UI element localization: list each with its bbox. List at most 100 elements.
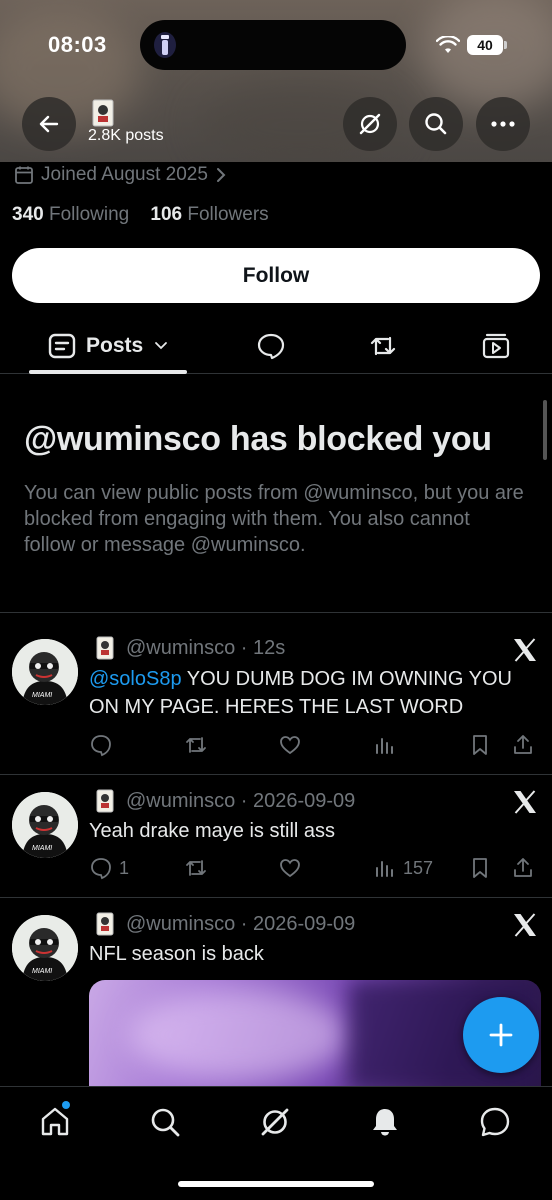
blocked-description: You can view public posts from @wuminsco… [24,482,524,556]
avatar-image: MIAMI [12,915,78,981]
like-button[interactable] [278,854,302,882]
flashlight-icon [154,32,176,58]
scrollbar[interactable] [543,400,547,460]
heart-icon [280,736,300,755]
svg-text:MIAMI: MIAMI [32,692,52,699]
status-time: 08:03 [48,32,107,57]
follow-button[interactable]: Follow [12,248,540,303]
blocked-title: @wuminsco has blocked you [24,420,492,458]
back-button[interactable] [22,97,76,151]
reply-button[interactable] [89,731,113,759]
tweet-actions: 1 157 [89,854,541,882]
x-logo-icon [514,638,536,662]
like-button[interactable] [278,731,302,759]
reply-icon [91,735,111,757]
tweet-text: @soloS8p YOU DUMB DOG IM OWNING YOU ON M… [89,665,541,721]
mini-avatar-icon [96,912,114,936]
following-link[interactable]: 340 Following [12,204,129,225]
grok-icon [359,113,381,135]
views-icon [376,861,393,877]
repost-icon [186,860,206,876]
tweet-author[interactable]: @wuminsco · 12s [126,637,285,660]
tweet-author[interactable]: @wuminsco · 2026-09-09 [126,790,355,813]
bookmark-icon [473,858,487,878]
repost-button[interactable] [184,854,208,882]
profile-mini-avatar [92,99,114,127]
grok-button[interactable] [343,97,397,151]
search-icon [425,113,447,135]
tweet-handle: @wuminsco [126,637,236,659]
followers-label: Followers [187,204,269,225]
following-count: 340 [12,204,44,225]
tab-replies[interactable] [256,331,286,361]
reply-icon [91,858,111,880]
reply-button[interactable]: 1 [89,854,129,882]
followers-count: 106 [150,204,183,225]
x-logo-icon [514,790,536,814]
tab-media[interactable] [481,331,511,361]
chevron-right-icon [216,168,226,182]
reply-count: 1 [119,857,130,878]
messages-icon[interactable] [478,1105,512,1139]
tab-reposts[interactable] [368,331,398,361]
home-icon[interactable] [38,1105,72,1139]
tweet[interactable]: MIAMI @wuminsco · 12s @soloS8p YOU DUMB … [0,613,552,773]
arrow-left-icon [39,115,59,133]
chevron-down-icon [155,342,168,350]
tweet-actions [89,731,541,759]
search-icon[interactable] [148,1105,182,1139]
tweet-handle: @wuminsco [126,913,236,935]
avatar[interactable]: MIAMI [12,639,78,705]
svg-text:MIAMI: MIAMI [32,845,52,852]
bookmark-button[interactable] [468,854,492,882]
share-button[interactable] [511,731,535,759]
joined-date[interactable]: Joined August 2025 [14,164,227,186]
bookmark-button[interactable] [468,731,492,759]
more-button[interactable] [476,97,530,151]
following-label: Following [48,204,130,225]
share-icon [514,735,532,754]
active-tab-indicator [29,370,187,374]
tweet-author[interactable]: @wuminsco · 2026-09-09 [126,913,355,936]
home-indicator[interactable] [178,1181,374,1187]
x-logo-icon [514,913,536,937]
views-button[interactable]: 157 [373,854,433,882]
compose-button[interactable] [463,997,539,1073]
avatar[interactable]: MIAMI [12,915,78,981]
bell-icon[interactable] [368,1105,402,1139]
followers-link[interactable]: 106 Followers [150,204,268,225]
avatar-image: MIAMI [12,639,78,705]
joined-label: Joined August 2025 [41,164,208,185]
avatar[interactable]: MIAMI [12,792,78,858]
more-icon [491,121,515,127]
tweet-mention[interactable]: @soloS8p [89,668,182,690]
battery-indicator: 40 [467,35,507,55]
repost-button[interactable] [184,731,208,759]
views-count: 157 [403,857,434,878]
tweet-handle: @wuminsco [126,790,236,812]
mini-avatar-icon [96,636,114,660]
notification-dot [62,1101,70,1109]
views-button[interactable] [373,731,397,759]
tweet-time: 12s [253,637,286,659]
calendar-icon [15,166,33,184]
tweet[interactable]: MIAMI @wuminsco · 2026-09-09 Yeah drake … [0,775,552,897]
tweet-text: Yeah drake maye is still ass [89,817,541,845]
wifi-icon [436,36,460,53]
tweet-time: 2026-09-09 [253,913,356,935]
tweet-text: NFL season is back [89,940,541,968]
repost-icon [186,737,206,753]
views-icon [376,738,393,754]
tab-posts[interactable]: Posts [48,332,169,360]
profile-tabs: Posts [0,318,552,374]
plus-icon [489,1023,513,1047]
tweet-body: Yeah drake maye is still ass [89,820,336,842]
share-button[interactable] [511,854,535,882]
grok-icon[interactable] [258,1105,292,1139]
tweet-body: NFL season is back [89,943,264,965]
search-button[interactable] [409,97,463,151]
heart-icon [280,859,300,878]
share-icon [514,858,532,877]
posts-tab-icon [48,333,76,359]
bookmark-icon [473,735,487,755]
